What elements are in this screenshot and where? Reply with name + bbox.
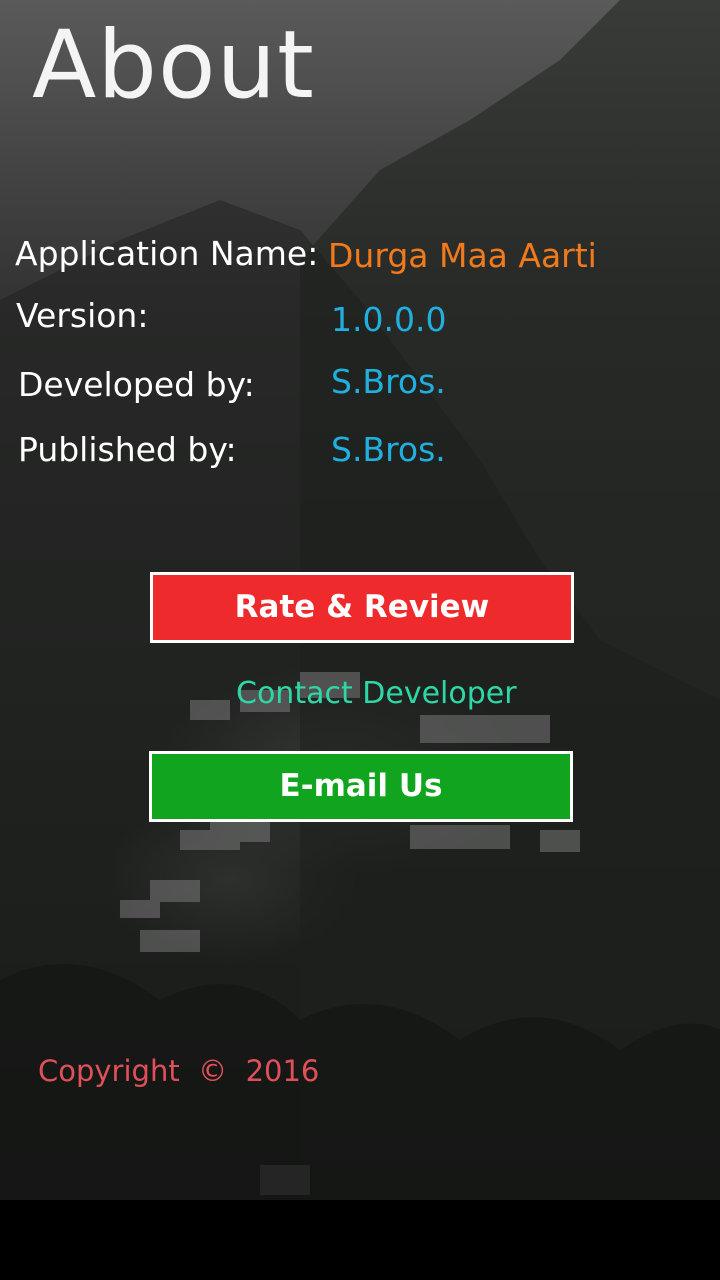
copyright-text: Copyright © 2016 (38, 1054, 320, 1088)
developed-by-value: S.Bros. (331, 362, 446, 401)
developed-by-label: Developed by: (18, 365, 255, 404)
rate-review-button[interactable]: Rate & Review (150, 572, 574, 643)
email-us-button[interactable]: E-mail Us (149, 751, 573, 822)
contact-developer-link[interactable]: Contact Developer (236, 676, 517, 711)
version-label: Version: (16, 296, 149, 335)
published-by-value: S.Bros. (331, 430, 446, 469)
version-value: 1.0.0.0 (331, 300, 447, 339)
about-screen: About Application Name: Durga Maa Aarti … (0, 0, 720, 1280)
bottom-bar (0, 1200, 720, 1280)
app-name-label: Application Name: (15, 234, 319, 273)
published-by-label: Published by: (18, 430, 237, 469)
app-name-value: Durga Maa Aarti (328, 236, 597, 275)
page-title: About (32, 11, 315, 120)
